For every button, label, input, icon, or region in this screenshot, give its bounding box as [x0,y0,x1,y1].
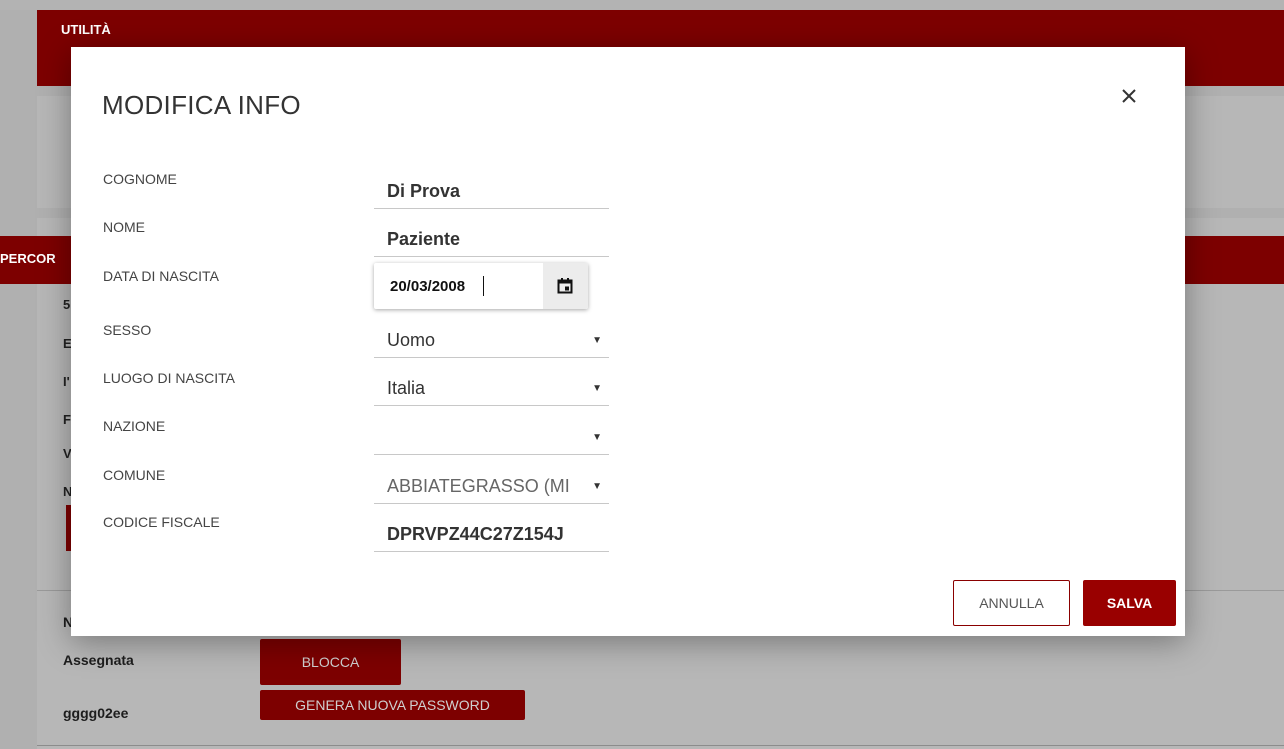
peek-text-1: 5 [63,297,71,312]
sesso-value: Uomo [387,330,436,350]
codice-fiscale-value: DPRVPZ44C27Z154J [387,524,564,544]
data-nascita-value: 20/03/2008 [390,278,466,295]
cancel-button[interactable]: ANNULLA [953,580,1070,626]
close-button[interactable] [1117,84,1141,108]
top-strip [0,0,1284,10]
chevron-down-icon: ▼ [592,432,602,443]
blocca-button[interactable]: BLOCCA [260,639,401,685]
data-nascita-field[interactable]: 20/03/2008 [374,263,588,309]
text-cursor [483,276,484,296]
comune-label: COMUNE [103,467,166,483]
calendar-icon [557,278,573,294]
peek-text-4: F [63,412,71,427]
nazione-label: NAZIONE [103,418,166,434]
luogo-nascita-label: LUOGO DI NASCITA [103,370,235,386]
luogo-nascita-value: Italia [387,378,426,398]
comune-select[interactable]: ABBIATEGRASSO (MI ▼ [374,463,609,504]
generate-password-button[interactable]: GENERA NUOVA PASSWORD [260,690,525,720]
chevron-down-icon: ▼ [592,383,602,394]
peek-text-3: I' [63,374,70,389]
bottom-line [37,745,1284,746]
left-gutter [0,86,37,749]
sesso-label: SESSO [103,322,152,338]
luogo-nascita-select[interactable]: Italia ▼ [374,365,609,406]
section-bar-label: PERCOR [0,251,56,266]
calendar-button[interactable] [543,263,588,309]
comune-value: ABBIATEGRASSO (MI [387,476,570,496]
header-title[interactable]: UTILITÀ [61,22,111,37]
assegnata-label: Assegnata [63,652,134,668]
nome-label: NOME [103,219,145,235]
chevron-down-icon: ▼ [592,335,602,346]
dialog-title: MODIFICA INFO [102,90,301,120]
codice-fiscale-field[interactable]: DPRVPZ44C27Z154J [374,511,609,552]
cognome-label: COGNOME [103,171,177,187]
cognome-value: Di Prova [387,181,461,201]
username-value: gggg02ee [63,705,129,721]
nazione-select[interactable]: ▼ [374,414,609,455]
data-nascita-label: DATA DI NASCITA [103,268,219,284]
cognome-field[interactable]: Di Prova [374,168,609,209]
close-icon [1122,89,1136,103]
chevron-down-icon: ▼ [590,481,602,492]
edit-info-dialog: MODIFICA INFO COGNOME Di Prova NOME Pazi… [71,47,1185,636]
nome-field[interactable]: Paziente [374,216,609,257]
codice-fiscale-label: CODICE FISCALE [103,514,220,530]
save-button[interactable]: SALVA [1083,580,1176,626]
nome-value: Paziente [387,229,461,249]
sesso-select[interactable]: Uomo ▼ [374,317,609,358]
